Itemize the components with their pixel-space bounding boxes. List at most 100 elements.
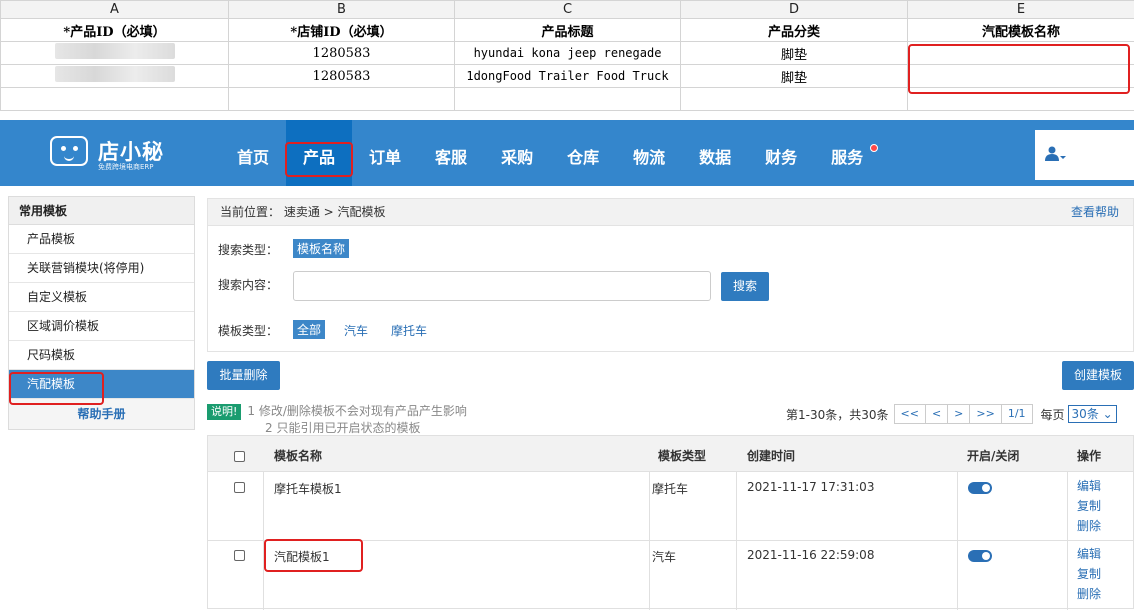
sidebar-item-size-template[interactable]: 尺码模板	[9, 341, 194, 370]
notification-dot	[870, 144, 878, 152]
column-header-d[interactable]: D	[681, 1, 908, 19]
cell-category[interactable]: 脚垫	[681, 65, 908, 88]
row-operations: 编辑 复制 删除	[1077, 544, 1101, 604]
redacted-value	[55, 43, 175, 59]
cell-title[interactable]: hyundai kona jeep renegade	[455, 42, 681, 65]
nav-logistics[interactable]: 物流	[616, 120, 682, 186]
per-page-select[interactable]: 30条 ⌄	[1068, 405, 1117, 423]
nav-data[interactable]: 数据	[682, 120, 748, 186]
search-content-label: 搜索内容：	[218, 276, 278, 293]
row-checkbox[interactable]	[234, 550, 245, 561]
filter-motorcycle[interactable]: 摩托车	[391, 322, 427, 339]
table-row: 摩托车模板1 摩托车 2021-11-17 17:31:03 编辑 复制 删除	[208, 473, 1133, 541]
enable-toggle[interactable]	[968, 482, 992, 494]
template-type: 汽车	[652, 548, 676, 565]
user-icon	[1045, 146, 1067, 162]
first-page-button[interactable]: <<	[894, 404, 926, 424]
sidebar-item-product-template[interactable]: 产品模板	[9, 225, 194, 254]
cell-empty[interactable]	[455, 88, 681, 111]
col-toggle: 开启/关闭	[967, 447, 1019, 464]
templates-table: 模板名称 模板类型 创建时间 开启/关闭 操作 摩托车模板1 摩托车 2021-…	[207, 435, 1134, 609]
create-template-button[interactable]: 创建模板	[1062, 361, 1134, 390]
user-menu[interactable]	[1035, 130, 1134, 180]
pagination-summary: 第1-30条，共30条	[786, 406, 889, 423]
enable-toggle[interactable]	[968, 550, 992, 562]
delete-link[interactable]: 删除	[1077, 584, 1101, 604]
pagination: 第1-30条，共30条 << < > >> 1/1 每页 30条 ⌄	[786, 403, 1117, 425]
breadcrumb: 当前位置： 速卖通 > 汽配模板 查看帮助	[207, 198, 1134, 226]
prev-page-button[interactable]: <	[925, 404, 948, 424]
nav-services[interactable]: 服务	[814, 120, 880, 186]
notice-tag: 说明!	[207, 404, 241, 420]
cell-category[interactable]: 脚垫	[681, 42, 908, 65]
breadcrumb-path[interactable]: 速卖通 > 汽配模板	[284, 205, 386, 219]
created-time: 2021-11-16 22:59:08	[747, 548, 874, 562]
edit-link[interactable]: 编辑	[1077, 476, 1101, 496]
search-input[interactable]	[293, 271, 711, 301]
highlight-products-nav	[285, 142, 353, 177]
cell-empty[interactable]	[229, 88, 455, 111]
search-type-option[interactable]: 模板名称	[293, 239, 349, 258]
sidebar-item-custom-template[interactable]: 自定义模板	[9, 283, 194, 312]
sidebar-item-regional-pricing[interactable]: 区域调价模板	[9, 312, 194, 341]
header-product-category[interactable]: 产品分类	[681, 19, 908, 42]
nav-finance[interactable]: 财务	[748, 120, 814, 186]
template-type: 摩托车	[652, 480, 688, 497]
edit-link[interactable]: 编辑	[1077, 544, 1101, 564]
nav-warehouse[interactable]: 仓库	[550, 120, 616, 186]
cell-empty[interactable]	[1, 88, 229, 111]
col-operations: 操作	[1077, 447, 1101, 464]
filter-car[interactable]: 汽车	[344, 322, 368, 339]
cell-product-id-blurred[interactable]	[1, 42, 229, 65]
logo-subtitle: 免费跨境电商ERP	[98, 162, 154, 172]
nav-customer-service[interactable]: 客服	[418, 120, 484, 186]
chevron-down-icon: ⌄	[1103, 407, 1113, 421]
nav-services-label: 服务	[831, 148, 863, 167]
header-product-title[interactable]: 产品标题	[455, 19, 681, 42]
top-navbar: 店小秘 免费跨境电商ERP 首页 产品 订单 客服 采购 仓库 物流 数据 财务…	[0, 120, 1134, 186]
copy-link[interactable]: 复制	[1077, 496, 1101, 516]
row-checkbox[interactable]	[234, 482, 245, 493]
column-header-c[interactable]: C	[455, 1, 681, 19]
nav-orders[interactable]: 订单	[352, 120, 418, 186]
col-created-time: 创建时间	[747, 447, 795, 464]
template-name[interactable]: 摩托车模板1	[274, 480, 342, 497]
search-type-label: 搜索类型：	[218, 241, 278, 258]
column-header-b[interactable]: B	[229, 1, 455, 19]
batch-delete-button[interactable]: 批量删除	[207, 361, 280, 390]
highlight-auto-parts-sidebar	[9, 372, 104, 405]
current-page[interactable]: 1/1	[1001, 404, 1033, 424]
next-page-button[interactable]: >	[947, 404, 970, 424]
robot-icon	[50, 136, 88, 166]
nav-home[interactable]: 首页	[220, 120, 286, 186]
col-template-name: 模板名称	[274, 447, 322, 464]
view-help-link[interactable]: 查看帮助	[1071, 199, 1119, 225]
sidebar-item-related-marketing[interactable]: 关联营销模块(将停用)	[9, 254, 194, 283]
header-store-id[interactable]: *店铺ID（必填）	[229, 19, 455, 42]
notice-line-1: 1 修改/删除模板不会对现有产品产生影响	[247, 404, 467, 418]
per-page-label: 每页	[1041, 406, 1065, 423]
header-product-id[interactable]: *产品ID（必填）	[1, 19, 229, 42]
last-page-button[interactable]: >>	[969, 404, 1001, 424]
cell-product-id-blurred[interactable]	[1, 65, 229, 88]
logo[interactable]: 店小秘 免费跨境电商ERP	[50, 130, 180, 176]
cell-store-id[interactable]: 1280583	[229, 65, 455, 88]
nav-purchasing[interactable]: 采购	[484, 120, 550, 186]
delete-link[interactable]: 删除	[1077, 516, 1101, 536]
per-page-value: 30条	[1072, 407, 1099, 421]
table-header-row: 模板名称 模板类型 创建时间 开启/关闭 操作	[208, 436, 1133, 472]
breadcrumb-label: 当前位置：	[220, 205, 280, 219]
select-all-checkbox[interactable]	[234, 451, 245, 462]
header-template-name[interactable]: 汽配模板名称	[908, 19, 1134, 42]
column-header-e[interactable]: E	[908, 1, 1134, 19]
cell-empty[interactable]	[681, 88, 908, 111]
cell-store-id[interactable]: 1280583	[229, 42, 455, 65]
row-operations: 编辑 复制 删除	[1077, 476, 1101, 536]
column-header-a[interactable]: A	[1, 1, 229, 19]
col-template-type: 模板类型	[658, 447, 706, 464]
filter-all[interactable]: 全部	[293, 320, 325, 339]
search-button[interactable]: 搜索	[721, 272, 769, 301]
cell-title[interactable]: 1dongFood Trailer Food Truck	[455, 65, 681, 88]
copy-link[interactable]: 复制	[1077, 564, 1101, 584]
highlight-template-column	[908, 44, 1130, 94]
